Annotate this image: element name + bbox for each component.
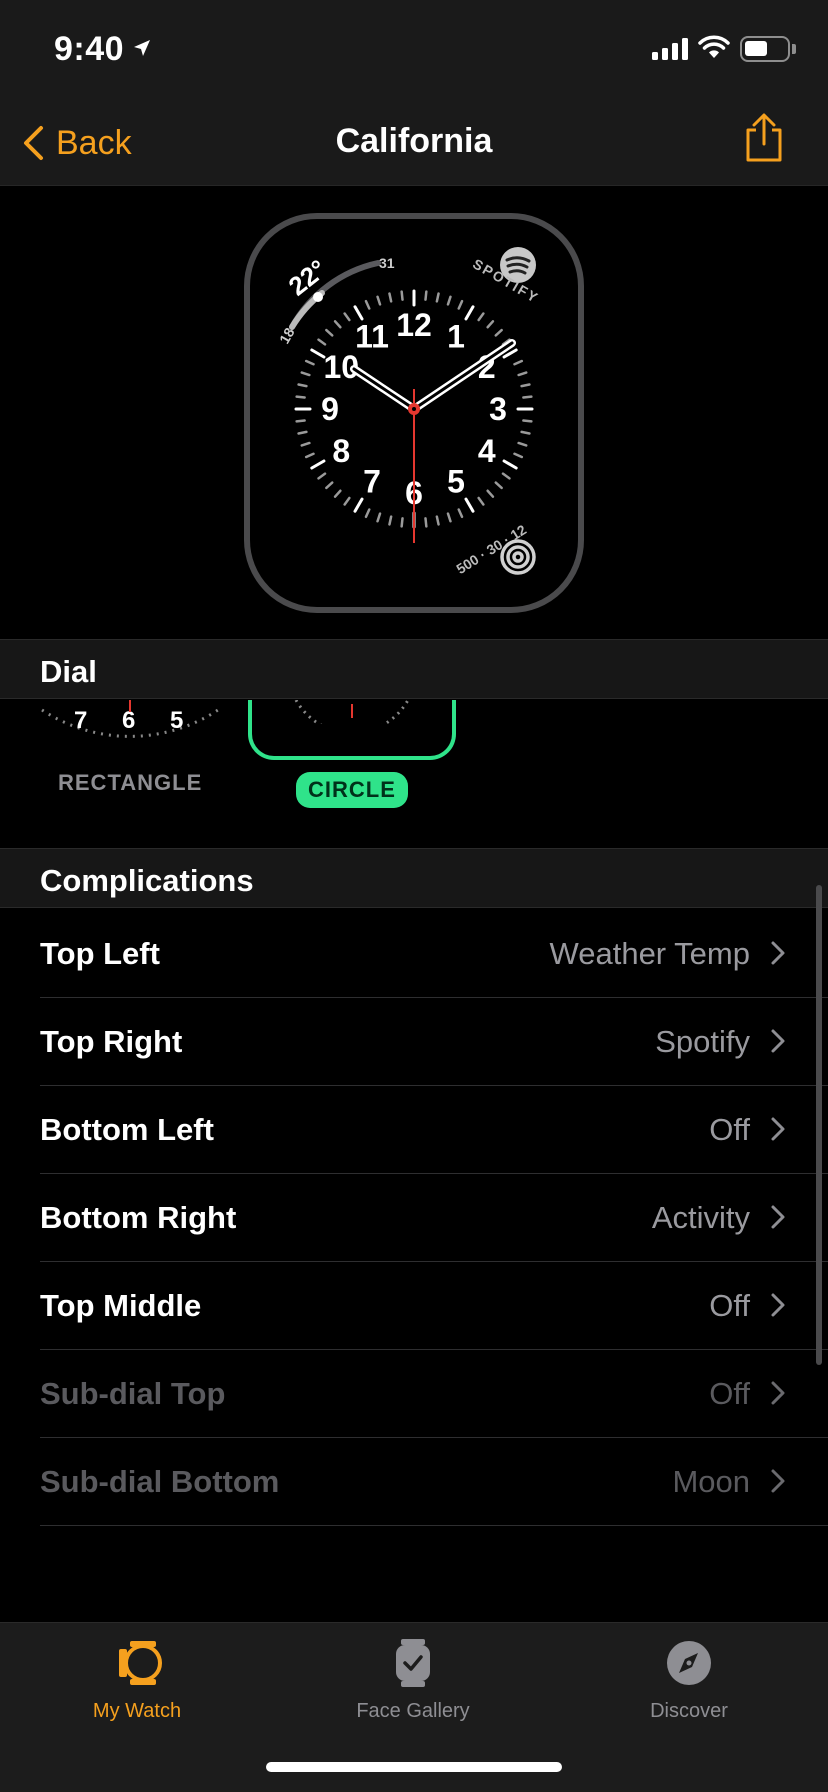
complication-value: Spotify [655,1024,750,1059]
complication-value: Off [709,1376,750,1411]
dial-tick [400,517,404,528]
top-left-max: 31 [379,255,395,271]
page-title: California [335,122,493,160]
cellular-signal-icon [652,38,688,60]
tab-label: Discover [650,1700,728,1722]
dial-tick [295,395,306,399]
dial-tick [388,292,393,303]
dial-numeral-4: 4 [478,433,496,469]
dial-option-circle[interactable] [248,700,456,760]
navigation-bar: Back California [0,100,828,186]
complication-value: Activity [651,1200,750,1235]
scroll-indicator[interactable] [816,885,822,1365]
complication-label: Bottom Right [40,1200,237,1235]
wifi-icon [698,34,730,65]
location-arrow-icon [132,38,152,63]
complication-row-bottom-right[interactable]: Bottom Right Activity [0,1174,828,1262]
dial-tick [424,517,428,528]
rect-dial-numeral-5: 5 [170,707,183,734]
complication-label: Sub-dial Top [40,1376,226,1411]
dial-tick [297,430,308,435]
dial-section-header: Dial [0,639,828,699]
home-indicator [266,1762,562,1772]
chevron-right-icon [771,1469,785,1493]
complication-value: Off [709,1288,750,1323]
complication-label: Top Right [40,1024,183,1059]
complication-row-sub-dial-top[interactable]: Sub-dial Top Off [0,1350,828,1438]
tab-my-watch[interactable]: My Watch [37,1639,237,1723]
dial-numeral-8: 8 [332,433,350,469]
dial-tick [522,419,533,423]
battery-cap [792,44,796,54]
dial-numeral-9: 9 [321,391,339,427]
rect-dial-numeral-6: 6 [122,707,135,734]
complications-section-header: Complications [0,848,828,908]
complication-label: Top Left [40,936,160,971]
dial-tick [388,515,393,526]
dial-numeral-12: 12 [396,307,432,343]
face-gallery-icon [396,1639,430,1687]
rectangle-dial-thumbnail: 7 6 5 [41,700,219,738]
dial-tick [520,430,531,435]
complication-label: Sub-dial Bottom [40,1464,280,1499]
row-divider [40,1525,828,1526]
watch-face-preview: 22° 31 18 SPOTIFY 12 1 2 3 4 5 6 7 8 9 10 11 500 · … [0,187,828,639]
complication-label: Top Middle [40,1288,202,1323]
complication-row-top-right[interactable]: Top Right Spotify [0,998,828,1086]
dial-tick [520,383,531,388]
complication-value: Off [709,1112,750,1147]
complications-section-title: Complications [40,863,254,898]
dial-option-rectangle-label: RECTANGLE [58,770,203,795]
dial-tick [435,515,440,526]
status-time: 9:40 [54,30,125,68]
rect-dial-numeral-7: 7 [74,707,87,734]
dial-numeral-3: 3 [489,391,507,427]
watch-icon [119,1641,162,1685]
tab-face-gallery[interactable]: Face Gallery [313,1639,513,1723]
chevron-right-icon [771,1381,785,1405]
chevron-right-icon [771,1117,785,1141]
complication-label: Bottom Left [40,1112,214,1147]
complication-value: Moon [672,1464,750,1499]
complication-value: Weather Temp [549,936,750,971]
complication-row-sub-dial-bottom[interactable]: Sub-dial Bottom Moon [0,1438,828,1526]
dial-option-circle-label: CIRCLE [296,772,408,808]
dial-section-title: Dial [40,654,97,689]
chevron-right-icon [771,941,785,965]
dial-numeral-7: 7 [363,464,381,500]
dial-numeral-1: 1 [447,318,465,354]
complication-row-bottom-left[interactable]: Bottom Left Off [0,1086,828,1174]
chevron-right-icon [771,1029,785,1053]
dial-tick [297,383,308,388]
complication-row-top-left[interactable]: Top Left Weather Temp [0,910,828,998]
dial-numeral-5: 5 [447,464,465,500]
dial-tick [295,419,306,423]
dial-tick [522,395,533,399]
tab-label: Face Gallery [356,1700,470,1722]
compass-icon [667,1641,711,1685]
dial-tick [424,290,428,301]
share-icon[interactable] [742,112,786,169]
chevron-right-icon [771,1205,785,1229]
circle-dial-thumbnail [294,700,410,735]
complication-row-top-middle[interactable]: Top Middle Off [0,1262,828,1350]
tab-discover[interactable]: Discover [589,1639,789,1723]
dial-tick [435,292,440,303]
watch-face: 22° 31 18 SPOTIFY 12 1234567891011 500 · … [244,213,584,613]
tab-label: My Watch [92,1700,182,1722]
status-bar: 9:40 [0,0,828,100]
dial-tick [400,290,404,301]
dial-options-strip[interactable]: 7 6 5 RECTANGLE CIRCLE [0,700,828,848]
chevron-right-icon [771,1293,785,1317]
battery-icon [740,36,790,62]
dial-numeral-11: 11 [355,318,389,354]
